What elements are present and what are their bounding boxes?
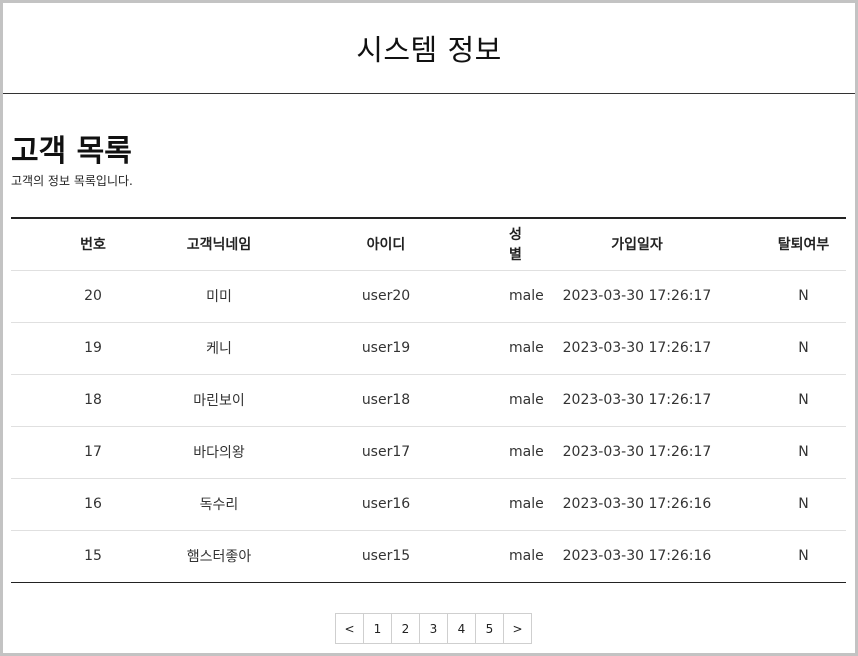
page-button-4[interactable]: 4 bbox=[448, 614, 476, 643]
cell-nickname: 독수리 bbox=[199, 497, 239, 513]
page-button-3[interactable]: 3 bbox=[420, 614, 448, 643]
pagination-next-button[interactable]: > bbox=[504, 614, 531, 643]
cell-join-date: 2023-03-30 17:26:17 bbox=[562, 444, 712, 460]
page-description: 고객의 정보 목록입니다. bbox=[11, 174, 133, 188]
column-header-withdrawn: 탈퇴여부 bbox=[777, 237, 830, 254]
cell-nickname: 케니 bbox=[206, 341, 232, 357]
table-row: 19 케니 user19 male 2023-03-30 17:26:17 N bbox=[11, 322, 846, 374]
table-body: 20 미미 user20 male 2023-03-30 17:26:17 N 19 케니 us… bbox=[11, 270, 846, 582]
pagination-prev-button[interactable]: < bbox=[336, 614, 364, 643]
cell-user-id: user19 bbox=[361, 340, 411, 356]
page-button-1[interactable]: 1 bbox=[364, 614, 392, 643]
cell-user-id: user16 bbox=[361, 496, 411, 512]
cell-join-date: 2023-03-30 17:26:16 bbox=[562, 548, 712, 564]
page-button-2[interactable]: 2 bbox=[392, 614, 420, 643]
cell-withdrawn: N bbox=[798, 496, 809, 512]
column-header-join-date: 가입일자 bbox=[611, 237, 663, 254]
cell-join-date: 2023-03-30 17:26:17 bbox=[562, 288, 712, 304]
cell-withdrawn: N bbox=[798, 548, 809, 564]
cell-withdrawn: N bbox=[798, 392, 809, 408]
customer-table: 번호 고객닉네임 아이디 성별 가입일자 탈퇴여부 20 미미 user20 male… bbox=[11, 217, 846, 583]
cell-number: 16 bbox=[84, 496, 102, 512]
cell-number: 19 bbox=[84, 340, 102, 356]
table-row: 20 미미 user20 male 2023-03-30 17:26:17 N bbox=[11, 270, 846, 322]
cell-join-date: 2023-03-30 17:26:16 bbox=[562, 496, 712, 512]
cell-nickname: 미미 bbox=[206, 289, 232, 305]
column-header-user-id: 아이디 bbox=[366, 237, 406, 254]
page-button-5[interactable]: 5 bbox=[476, 614, 504, 643]
cell-nickname: 햄스터좋아 bbox=[186, 549, 252, 565]
column-header-number: 번호 bbox=[80, 237, 106, 254]
cell-user-id: user15 bbox=[361, 548, 411, 564]
top-header: 시스템 정보 bbox=[3, 3, 855, 94]
table-header: 번호 고객닉네임 아이디 성별 가입일자 탈퇴여부 bbox=[11, 218, 846, 270]
table-row: 15 햄스터좋아 user15 male 2023-03-30 17:26:16 N bbox=[11, 530, 846, 582]
cell-user-id: user20 bbox=[361, 288, 411, 304]
table-row: 17 바다의왕 user17 male 2023-03-30 17:26:17 N bbox=[11, 426, 846, 478]
cell-user-id: user18 bbox=[361, 392, 411, 408]
header-row: 번호 고객닉네임 아이디 성별 가입일자 탈퇴여부 bbox=[11, 218, 846, 270]
pagination: < 1 2 3 4 5 > bbox=[335, 613, 532, 644]
cell-number: 15 bbox=[84, 548, 102, 564]
table-row: 18 마린보이 user18 male 2023-03-30 17:26:17 N bbox=[11, 374, 846, 426]
table-row: 16 독수리 user16 male 2023-03-30 17:26:16 N bbox=[11, 478, 846, 530]
page-title: 고객 목록 bbox=[11, 134, 132, 169]
column-header-gender: 성별 bbox=[509, 227, 522, 264]
cell-user-id: user17 bbox=[361, 444, 411, 460]
cell-nickname: 마린보이 bbox=[193, 393, 245, 409]
cell-join-date: 2023-03-30 17:26:17 bbox=[562, 340, 712, 356]
cell-number: 18 bbox=[84, 392, 102, 408]
cell-withdrawn: N bbox=[798, 288, 809, 304]
cell-nickname: 바다의왕 bbox=[193, 445, 245, 461]
cell-withdrawn: N bbox=[798, 340, 809, 356]
cell-join-date: 2023-03-30 17:26:17 bbox=[562, 392, 712, 408]
column-header-nickname: 고객닉네임 bbox=[186, 237, 252, 254]
cell-withdrawn: N bbox=[798, 444, 809, 460]
cell-number: 17 bbox=[84, 444, 102, 460]
cell-number: 20 bbox=[84, 288, 102, 304]
site-title: 시스템 정보 bbox=[356, 33, 502, 67]
